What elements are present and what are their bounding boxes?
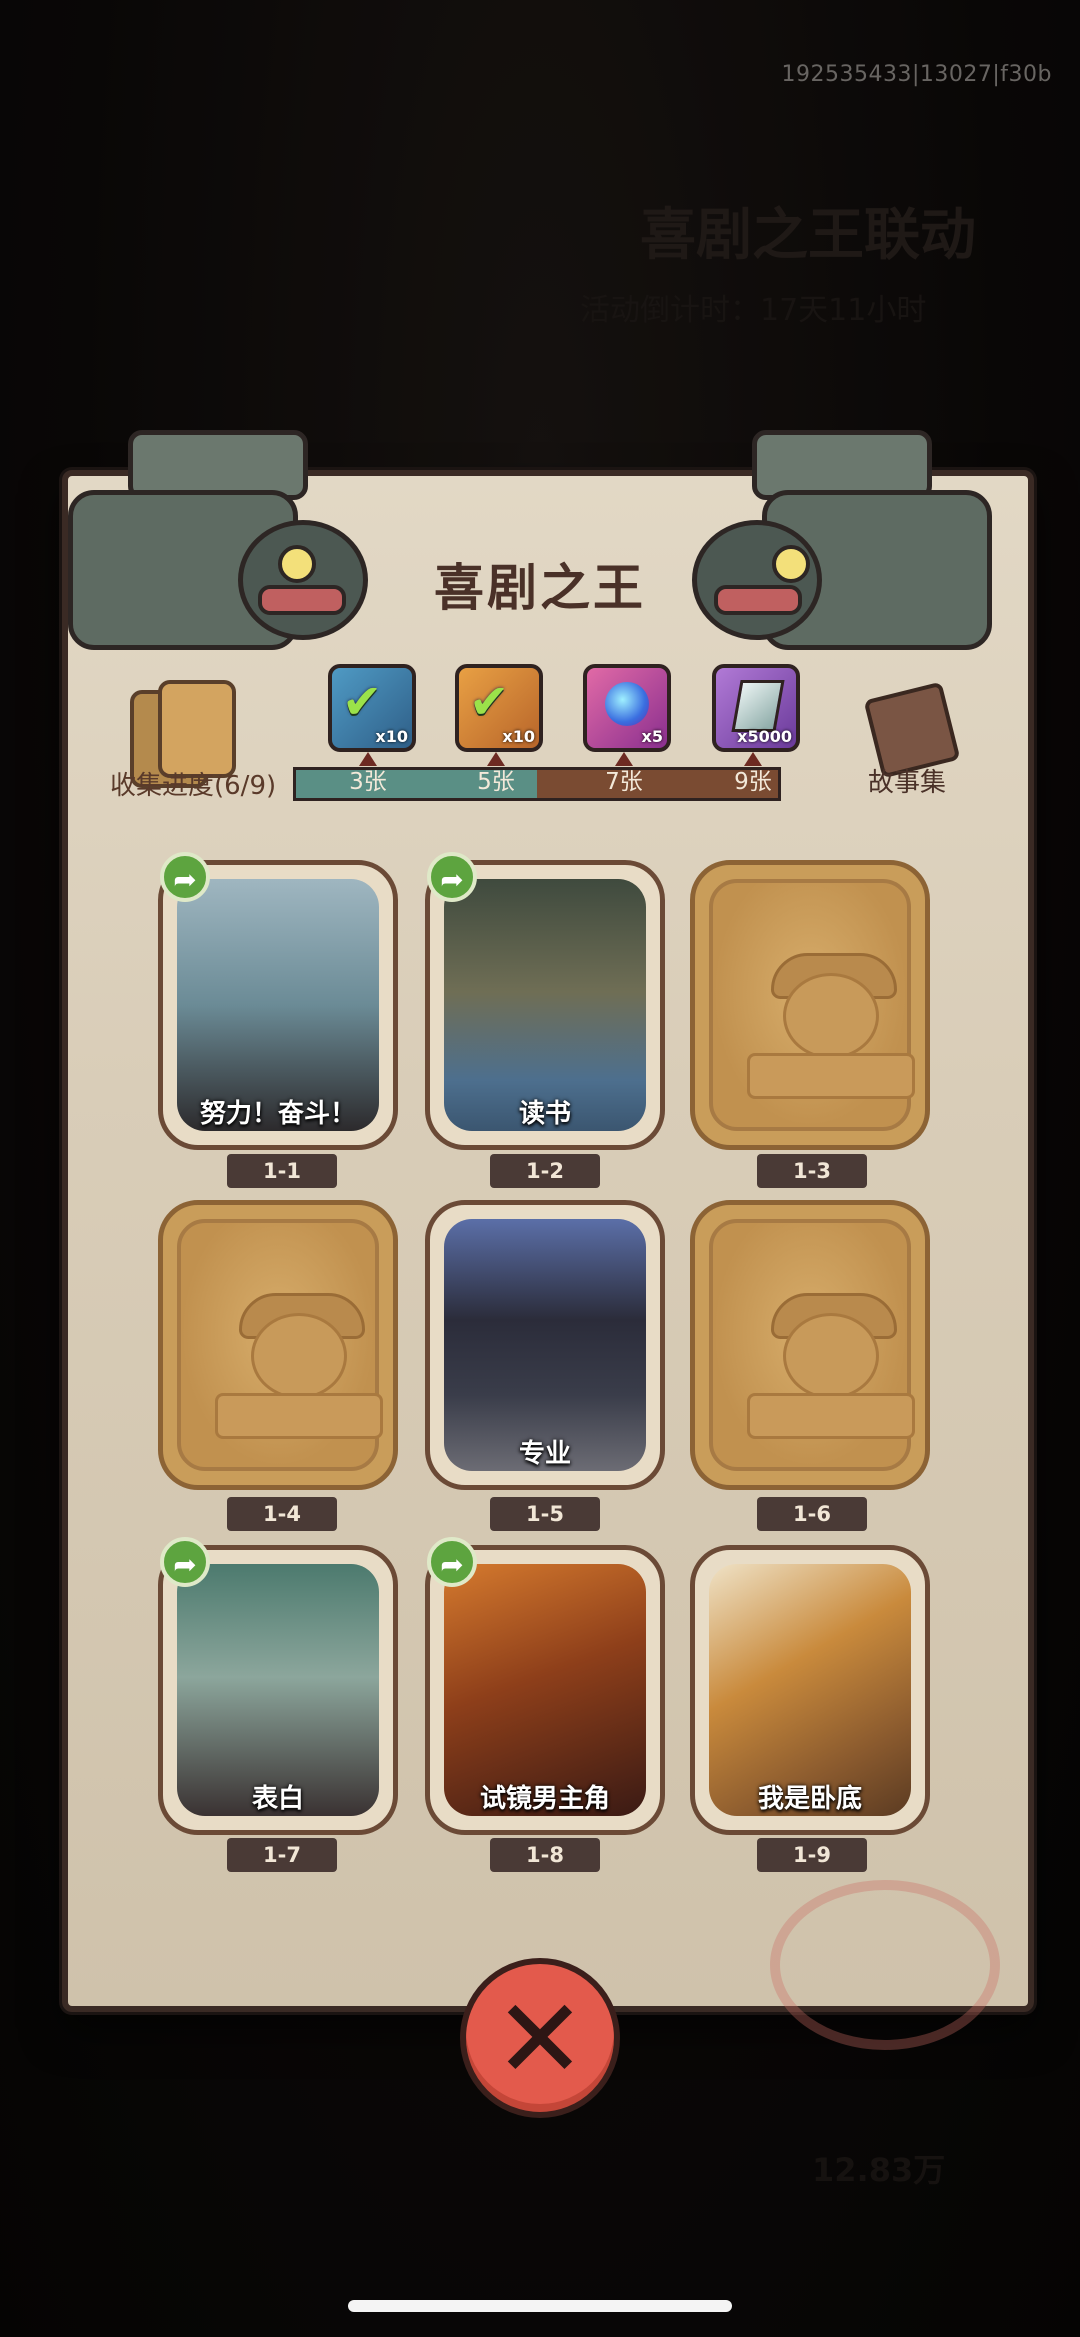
milestone-marker (487, 752, 505, 766)
wax-seal-stamp (770, 1880, 1000, 2050)
card-title: 表白 (251, 1784, 304, 1814)
card-title: 试镜男主角 (479, 1784, 610, 1814)
reward-1[interactable]: ✔ x10 (328, 664, 416, 752)
card-id-tag: 1-8 (490, 1838, 600, 1872)
share-icon[interactable]: ➦ (160, 1537, 210, 1587)
collect-progress-label: 收集进度(6/9) (110, 771, 277, 801)
reward-qty: x10 (375, 727, 408, 746)
card-title: 专业 (518, 1439, 571, 1469)
milestone-7: 7张 (605, 769, 643, 795)
crystal-icon (731, 680, 785, 732)
claimed-check-icon: ✔ (469, 674, 510, 730)
card-id-tag: 1-9 (757, 1838, 867, 1872)
story-card-1-5[interactable]: 专业 (425, 1200, 665, 1490)
claimed-check-icon: ✔ (342, 674, 383, 730)
milestone-marker (615, 752, 633, 766)
story-card-1-3-locked[interactable] (690, 860, 930, 1150)
card-title: 我是卧底 (757, 1784, 862, 1814)
home-indicator[interactable] (348, 2300, 732, 2312)
story-card-1-9[interactable]: 我是卧底 (690, 1545, 930, 1835)
reward-3[interactable]: x5 (583, 664, 671, 752)
purple-orb-icon (605, 682, 649, 726)
story-card-1-4-locked[interactable] (158, 1200, 398, 1490)
reward-qty: x10 (502, 727, 535, 746)
modal-title: 喜剧之王 (434, 559, 646, 617)
story-card-1-6-locked[interactable] (690, 1200, 930, 1490)
card-title: 读书 (518, 1099, 571, 1129)
story-card-1-7[interactable]: 表白 (158, 1545, 398, 1835)
card-id-tag: 1-6 (757, 1497, 867, 1531)
story-card-1-2[interactable]: 读书 (425, 860, 665, 1150)
share-icon[interactable]: ➦ (160, 852, 210, 902)
card-id-tag: 1-7 (227, 1838, 337, 1872)
story-card-1-1[interactable]: 努力！奋斗！ (158, 860, 398, 1150)
reward-qty: x5 (641, 727, 663, 746)
close-button[interactable]: ✕ (460, 1958, 620, 2118)
card-id-tag: 1-5 (490, 1497, 600, 1531)
close-icon: ✕ (493, 1975, 587, 2103)
card-id-tag: 1-1 (227, 1154, 337, 1188)
card-id-tag: 1-4 (227, 1497, 337, 1531)
reward-qty: x5000 (737, 727, 792, 746)
card-title: 努力！奋斗！ (199, 1099, 356, 1129)
milestone-9: 9张 (734, 769, 772, 795)
milestone-marker (359, 752, 377, 766)
card-id-tag: 1-3 (757, 1154, 867, 1188)
reward-4[interactable]: x5000 (712, 664, 800, 752)
milestone-3: 3张 (349, 769, 387, 795)
story-card-1-8[interactable]: 试镜男主角 (425, 1545, 665, 1835)
story-collection-label[interactable]: 故事集 (868, 762, 946, 799)
share-icon[interactable]: ➦ (427, 852, 477, 902)
milestone-5: 5张 (477, 769, 515, 795)
milestone-marker (744, 752, 762, 766)
card-id-tag: 1-2 (490, 1154, 600, 1188)
reward-2[interactable]: ✔ x10 (455, 664, 543, 752)
share-icon[interactable]: ➦ (427, 1537, 477, 1587)
